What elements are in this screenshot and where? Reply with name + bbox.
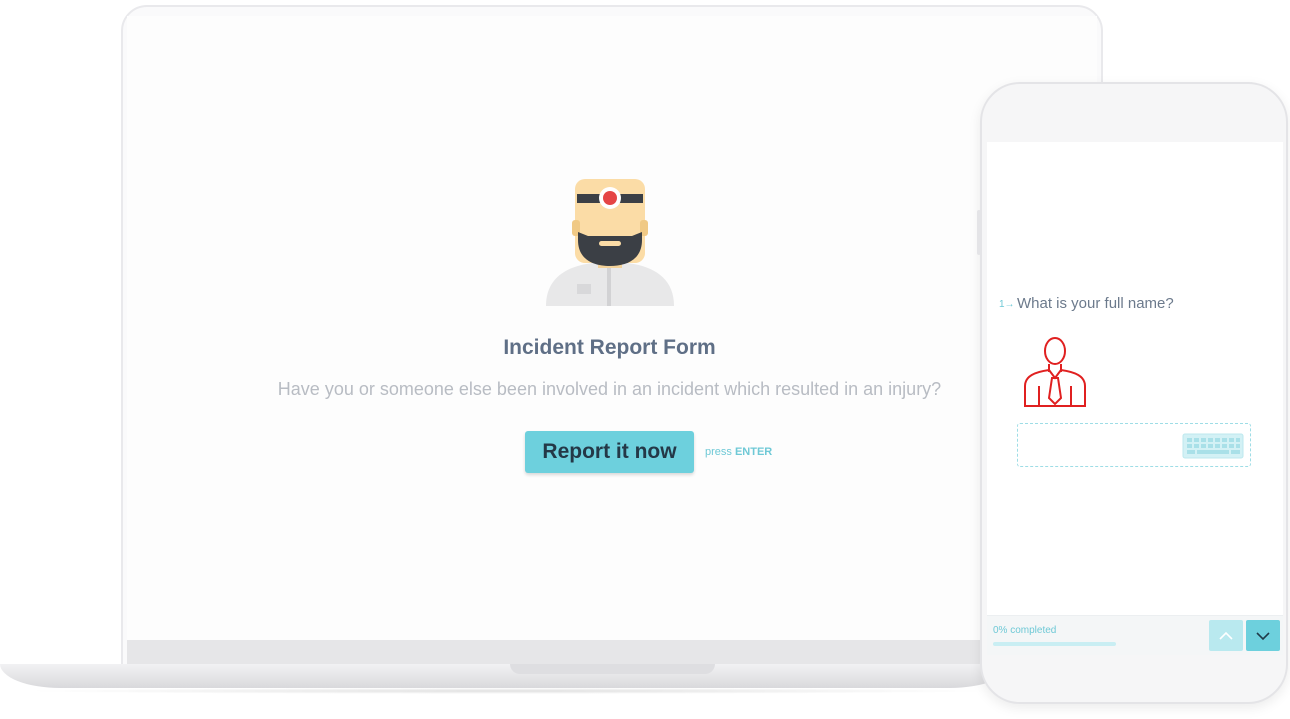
phone-screen: 1→ What is your full name? 0% completed: [987, 142, 1283, 655]
progress-label: 0% completed: [993, 625, 1057, 636]
laptop-notch: [510, 664, 715, 674]
phone-side-button: [977, 210, 981, 255]
laptop-bezel: [127, 640, 1097, 666]
form-subtitle: Have you or someone else been involved i…: [277, 379, 942, 399]
press-hint-key: ENTER: [734, 446, 773, 458]
press-hint-prefix: press: [705, 446, 732, 458]
form-title: Incident Report Form: [503, 336, 716, 359]
chevron-down-icon: [1256, 631, 1270, 640]
businessman-icon: [1024, 337, 1086, 407]
doctor-avatar-icon: [546, 179, 674, 306]
previous-question-button[interactable]: [1209, 620, 1243, 651]
progress-bar: [993, 642, 1116, 646]
full-name-input[interactable]: [1017, 423, 1251, 467]
report-it-now-button[interactable]: Report it now: [525, 431, 694, 473]
laptop-base: [0, 664, 1010, 688]
question-text: What is your full name?: [1017, 295, 1174, 312]
chevron-up-icon: [1219, 631, 1233, 640]
laptop-screen: [127, 16, 1097, 640]
next-question-button[interactable]: [1246, 620, 1280, 651]
question-number: 1→: [999, 299, 1015, 310]
progress-footer: 0% completed: [987, 615, 1283, 655]
laptop-shadow: [20, 688, 1000, 694]
press-enter-hint: press ENTER: [705, 446, 772, 458]
